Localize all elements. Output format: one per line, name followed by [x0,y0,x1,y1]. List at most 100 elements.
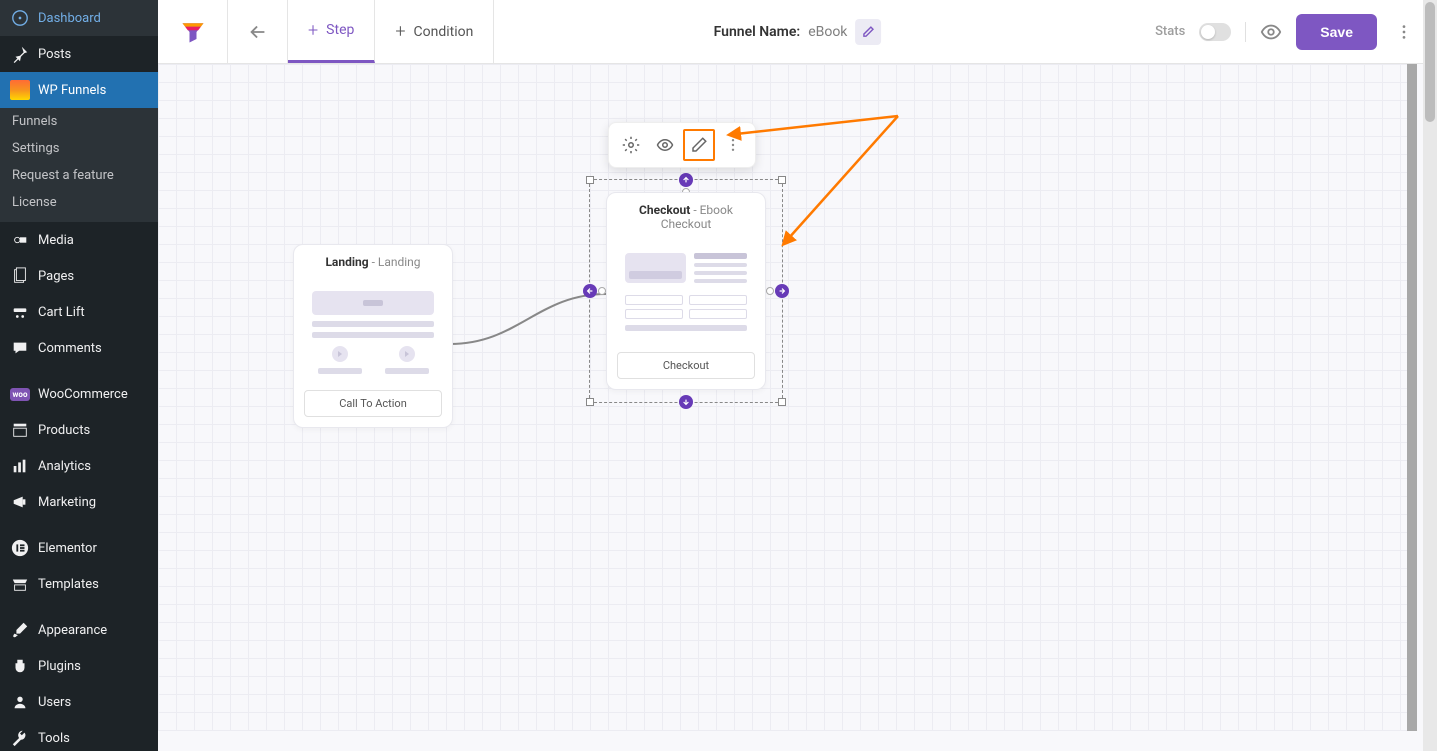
media-icon [10,230,30,250]
back-button[interactable] [228,0,288,63]
app-logo[interactable] [158,0,228,63]
step-type: Checkout [639,203,690,217]
step-more-button[interactable] [717,129,749,161]
step-toolbar [608,122,756,168]
sidebar-item-templates[interactable]: Templates [0,566,158,602]
arrow-left-icon [247,21,269,43]
pin-icon [10,44,30,64]
sidebar-submenu: Funnels Settings Request a feature Licen… [0,108,158,222]
card-preview [617,245,755,344]
sidebar-item-wpfunnels[interactable]: WP Funnels [0,72,158,108]
sidebar-item-label: Templates [38,577,99,592]
sidebar-item-label: WP Funnels [38,83,106,98]
divider [1245,22,1246,42]
sidebar-item-dashboard[interactable]: Dashboard [0,0,158,36]
view-button[interactable] [649,129,681,161]
sidebar-item-analytics[interactable]: Analytics [0,448,158,484]
funnel-name-value: eBook [808,24,847,40]
tab-step[interactable]: + Step [288,0,375,63]
step-title: - Landing [372,255,421,269]
sidebar-item-label: Tools [38,731,70,746]
tab-label: Step [326,22,354,38]
port-left[interactable] [583,284,597,298]
woo-icon: woo [10,384,30,404]
tab-condition[interactable]: + Condition [375,0,494,63]
dots-vertical-icon [725,137,741,153]
sidebar-item-pages[interactable]: Pages [0,258,158,294]
step-type: Landing [325,255,368,269]
edit-button[interactable] [683,129,715,161]
sidebar-item-label: Plugins [38,659,81,674]
port-top[interactable] [679,173,693,187]
wpfunnels-icon [10,80,30,100]
tab-label: Condition [414,24,474,40]
topbar: + Step + Condition Funnel Name: eBook St… [158,0,1437,64]
resize-handle[interactable] [778,176,786,184]
pencil-icon [861,25,875,39]
submenu-settings[interactable]: Settings [0,135,158,162]
sidebar-item-woocommerce[interactable]: woo WooCommerce [0,376,158,412]
scrollbar[interactable] [1423,0,1437,751]
admin-sidebar: Dashboard Posts WP Funnels Funnels Setti… [0,0,158,751]
sidebar-item-media[interactable]: Media [0,222,158,258]
sidebar-item-plugins[interactable]: Plugins [0,648,158,684]
pencil-icon [690,136,708,154]
sidebar-item-posts[interactable]: Posts [0,36,158,72]
comment-icon [10,338,30,358]
stats-toggle[interactable] [1199,23,1231,41]
resize-handle[interactable] [778,398,786,406]
port-right[interactable] [775,284,789,298]
stats-label: Stats [1155,24,1185,39]
save-button[interactable]: Save [1296,14,1377,50]
resize-handle[interactable] [586,176,594,184]
sidebar-item-label: Users [38,695,71,710]
sidebar-item-elementor[interactable]: Elementor [0,530,158,566]
megaphone-icon [10,492,30,512]
sidebar-item-marketing[interactable]: Marketing [0,484,158,520]
scrollbar-thumb[interactable] [1425,2,1435,122]
submenu-request[interactable]: Request a feature [0,162,158,189]
sidebar-item-label: Pages [38,269,74,284]
funnel-canvas[interactable]: Landing - Landing Call To Action [158,64,1417,731]
plus-icon: + [395,21,405,42]
port-bottom[interactable] [679,395,693,409]
templates-icon [10,574,30,594]
funnel-name: Funnel Name: eBook [714,19,882,45]
dots-vertical-icon [1395,23,1413,41]
sidebar-item-products[interactable]: Products [0,412,158,448]
sidebar-item-label: Posts [38,47,71,62]
sidebar-item-cartlift[interactable]: Cart Lift [0,294,158,330]
sidebar-item-tools[interactable]: Tools [0,720,158,751]
gear-icon [622,136,640,154]
sidebar-item-label: WooCommerce [38,387,128,402]
eye-icon [1260,21,1282,43]
cart-icon [10,302,30,322]
user-icon [10,692,30,712]
more-menu-button[interactable] [1391,19,1417,45]
sidebar-item-label: Analytics [38,459,91,474]
sidebar-item-label: Dashboard [38,11,101,26]
eye-icon [656,136,674,154]
edit-name-button[interactable] [855,19,881,45]
sidebar-item-users[interactable]: Users [0,684,158,720]
cta-button[interactable]: Checkout [617,352,755,379]
plus-icon: + [308,20,318,41]
step-card-checkout[interactable]: Checkout - Ebook Checkout Checkout [606,192,766,390]
sidebar-item-comments[interactable]: Comments [0,330,158,366]
plug-icon [10,656,30,676]
funnel-name-label: Funnel Name: [714,24,801,40]
submenu-license[interactable]: License [0,189,158,216]
sidebar-item-appearance[interactable]: Appearance [0,612,158,648]
preview-button[interactable] [1260,21,1282,43]
cta-button[interactable]: Call To Action [304,390,442,417]
resize-handle[interactable] [586,398,594,406]
port-ghost [766,287,774,295]
port-ghost [598,287,606,295]
page-icon [10,266,30,286]
funnel-icon [179,18,207,46]
submenu-funnels[interactable]: Funnels [0,108,158,135]
settings-button[interactable] [615,129,647,161]
sidebar-item-label: Elementor [38,541,97,556]
sidebar-item-label: Cart Lift [38,305,85,320]
step-card-landing[interactable]: Landing - Landing Call To Action [293,244,453,428]
